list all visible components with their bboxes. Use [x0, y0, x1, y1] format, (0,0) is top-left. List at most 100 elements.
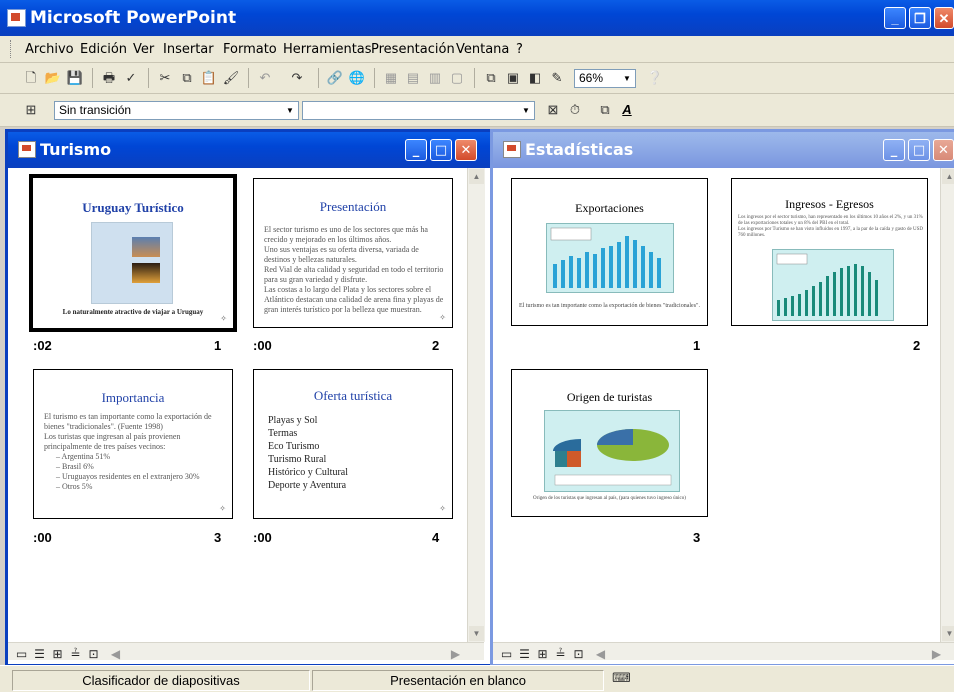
bullet: Histórico y Cultural	[268, 467, 348, 478]
notes-view-icon[interactable]: ≟	[553, 647, 568, 662]
show-formatting-icon[interactable]: ▣	[504, 69, 522, 87]
slide-bullets: El turismo es tan importante como la exp…	[44, 412, 224, 492]
undo-icon[interactable]: ↶	[256, 69, 274, 87]
help-icon[interactable]: ❔	[646, 69, 664, 87]
outline-view-icon[interactable]: ☰	[32, 647, 47, 662]
menu-edicion[interactable]: Edición	[80, 42, 127, 57]
slide-thumbnail-2[interactable]: Presentación El sector turismo es uno de…	[253, 178, 453, 328]
chart-icon[interactable]: ▥	[426, 69, 444, 87]
status-view: Clasificador de diapositivas	[12, 670, 310, 691]
grayscale-icon[interactable]: ◧	[526, 69, 544, 87]
redo-icon[interactable]: ↷	[288, 69, 306, 87]
open-icon[interactable]: 📂	[44, 69, 62, 87]
scroll-up-icon[interactable]: ▲	[469, 169, 484, 184]
slide-title: Ingresos - Egresos	[785, 197, 874, 211]
outline-view-icon[interactable]: ☰	[517, 647, 532, 662]
hyperlink-icon[interactable]: 🔗	[326, 69, 344, 87]
close-icon[interactable]: ✕	[455, 139, 477, 161]
spelling-status-icon[interactable]: ⌨	[612, 670, 634, 688]
minimize-icon[interactable]: _	[884, 7, 906, 29]
close-icon[interactable]: ✕	[933, 139, 954, 161]
bullet: Los ingresos por el sector turismo, han …	[738, 215, 923, 226]
minimize-icon[interactable]: _	[405, 139, 427, 161]
new-slide-icon[interactable]: ▢	[448, 69, 466, 87]
paste-icon[interactable]: 📋	[200, 69, 218, 87]
chevron-down-icon: ▼	[286, 106, 294, 115]
restore-icon[interactable]: ❐	[909, 7, 931, 29]
black-white-icon[interactable]: ✎	[548, 69, 566, 87]
spelling-icon[interactable]: ✓	[122, 69, 140, 87]
slide-show-icon[interactable]: ⊡	[571, 647, 586, 662]
scroll-down-icon[interactable]: ▼	[469, 626, 484, 641]
maximize-icon[interactable]: □	[430, 139, 452, 161]
expand-slide-icon[interactable]: ⧉	[482, 69, 500, 87]
slide-thumbnail-3[interactable]: Importancia El turismo es tan importante…	[33, 369, 233, 519]
scroll-down-icon[interactable]: ▼	[942, 626, 954, 641]
slide-number-3: 3	[214, 530, 222, 545]
save-icon[interactable]: 💾	[66, 69, 84, 87]
powerpoint-app-icon	[7, 9, 26, 27]
bullet: Las costas a lo largo del Plata y los se…	[264, 285, 444, 314]
worksheet-icon[interactable]: ▤	[404, 69, 422, 87]
slide-show-icon[interactable]: ⊡	[86, 647, 101, 662]
rehearse-timings-icon[interactable]: ⏱	[566, 101, 584, 119]
app-title-bar[interactable]: Microsoft PowerPoint _ ❐ ✕	[0, 0, 954, 36]
slide-thumbnail-1[interactable]: Exportaciones El turismo es tan importan…	[511, 178, 708, 326]
effect-select[interactable]: ▼	[302, 101, 535, 120]
menu-archivo[interactable]: Archivo	[25, 42, 74, 57]
scroll-left-icon[interactable]: ◀	[593, 647, 608, 662]
window-estadisticas-title-bar[interactable]: Estadísticas _ □ ✕	[493, 132, 954, 168]
vertical-scrollbar[interactable]: ▲ ▼	[467, 168, 485, 642]
scroll-up-icon[interactable]: ▲	[942, 169, 954, 184]
slide-transition-icon[interactable]: ⊞	[22, 101, 40, 119]
copy-icon[interactable]: ⧉	[178, 69, 196, 87]
zoom-value: 66%	[579, 71, 604, 85]
transition-marker-icon: ✧	[439, 504, 446, 513]
new-icon[interactable]: 🗋	[22, 69, 40, 87]
slide-footer: Lo naturalmente atractivo de viajar a Ur…	[62, 308, 204, 316]
normal-view-icon[interactable]: ▭	[499, 647, 514, 662]
menu-herramientas[interactable]: Herramientas	[283, 42, 372, 57]
scroll-right-icon[interactable]: ▶	[929, 647, 944, 662]
maximize-icon[interactable]: □	[908, 139, 930, 161]
menu-formato[interactable]: Formato	[223, 42, 277, 57]
slide-thumbnail-2[interactable]: Ingresos - Egresos Los ingresos por el s…	[731, 178, 928, 326]
minimize-icon[interactable]: _	[883, 139, 905, 161]
transition-marker-icon: ✧	[219, 504, 226, 513]
menu-ver[interactable]: Ver	[133, 42, 154, 57]
notes-view-icon[interactable]: ≟	[68, 647, 83, 662]
vertical-scrollbar[interactable]: ▲ ▼	[940, 168, 954, 642]
scroll-left-icon[interactable]: ◀	[108, 647, 123, 662]
menu-insertar[interactable]: Insertar	[163, 42, 214, 57]
scroll-right-icon[interactable]: ▶	[448, 647, 463, 662]
slide-thumbnail-3[interactable]: Origen de turistas Origen de los turista…	[511, 369, 708, 517]
format-painter-icon[interactable]: 🖌	[222, 69, 240, 87]
slide-sorter-view-icon[interactable]: ⊞	[50, 647, 65, 662]
transition-select[interactable]: Sin transición ▼	[54, 101, 299, 120]
window-estadisticas[interactable]: Estadísticas _ □ ✕ Exportaciones El turi…	[490, 129, 954, 667]
chevron-down-icon: ▼	[623, 74, 631, 83]
slide-thumbnail-1[interactable]: Uruguay Turístico Lo naturalmente atract…	[29, 174, 237, 332]
close-icon[interactable]: ✕	[934, 7, 954, 29]
web-icon[interactable]: 🌐	[348, 69, 366, 87]
hide-slide-icon[interactable]: ⊠	[544, 101, 562, 119]
slide-sorter-view-icon[interactable]: ⊞	[535, 647, 550, 662]
window-turismo-title-bar[interactable]: Turismo _ □ ✕	[8, 132, 490, 168]
toolbar-grip[interactable]	[10, 40, 14, 58]
summary-slide-icon[interactable]: ⧉	[596, 101, 614, 119]
menu-ayuda[interactable]: ?	[516, 42, 523, 57]
slide-thumbnail-4[interactable]: Oferta turística Playas y Sol Termas Eco…	[253, 369, 453, 519]
menu-ventana[interactable]: Ventana	[456, 42, 509, 57]
normal-view-icon[interactable]: ▭	[14, 647, 29, 662]
window-turismo[interactable]: Turismo _ □ ✕ Uruguay Turístico Lo natur…	[5, 129, 493, 667]
status-bar: Clasificador de diapositivas Presentació…	[0, 665, 954, 692]
slide-timing-4: :00	[253, 530, 272, 545]
show-formatting-a-icon[interactable]: A	[618, 101, 636, 119]
print-icon[interactable]: 🖶	[100, 69, 118, 87]
cut-icon[interactable]: ✂	[156, 69, 174, 87]
menu-presentacion[interactable]: Presentación	[371, 42, 455, 57]
zoom-select[interactable]: 66% ▼	[574, 69, 636, 88]
table-icon[interactable]: ▦	[382, 69, 400, 87]
slide-bullets: Los ingresos por el sector turismo, han …	[738, 215, 924, 239]
bullet: El turismo es tan importante como la exp…	[44, 412, 212, 431]
